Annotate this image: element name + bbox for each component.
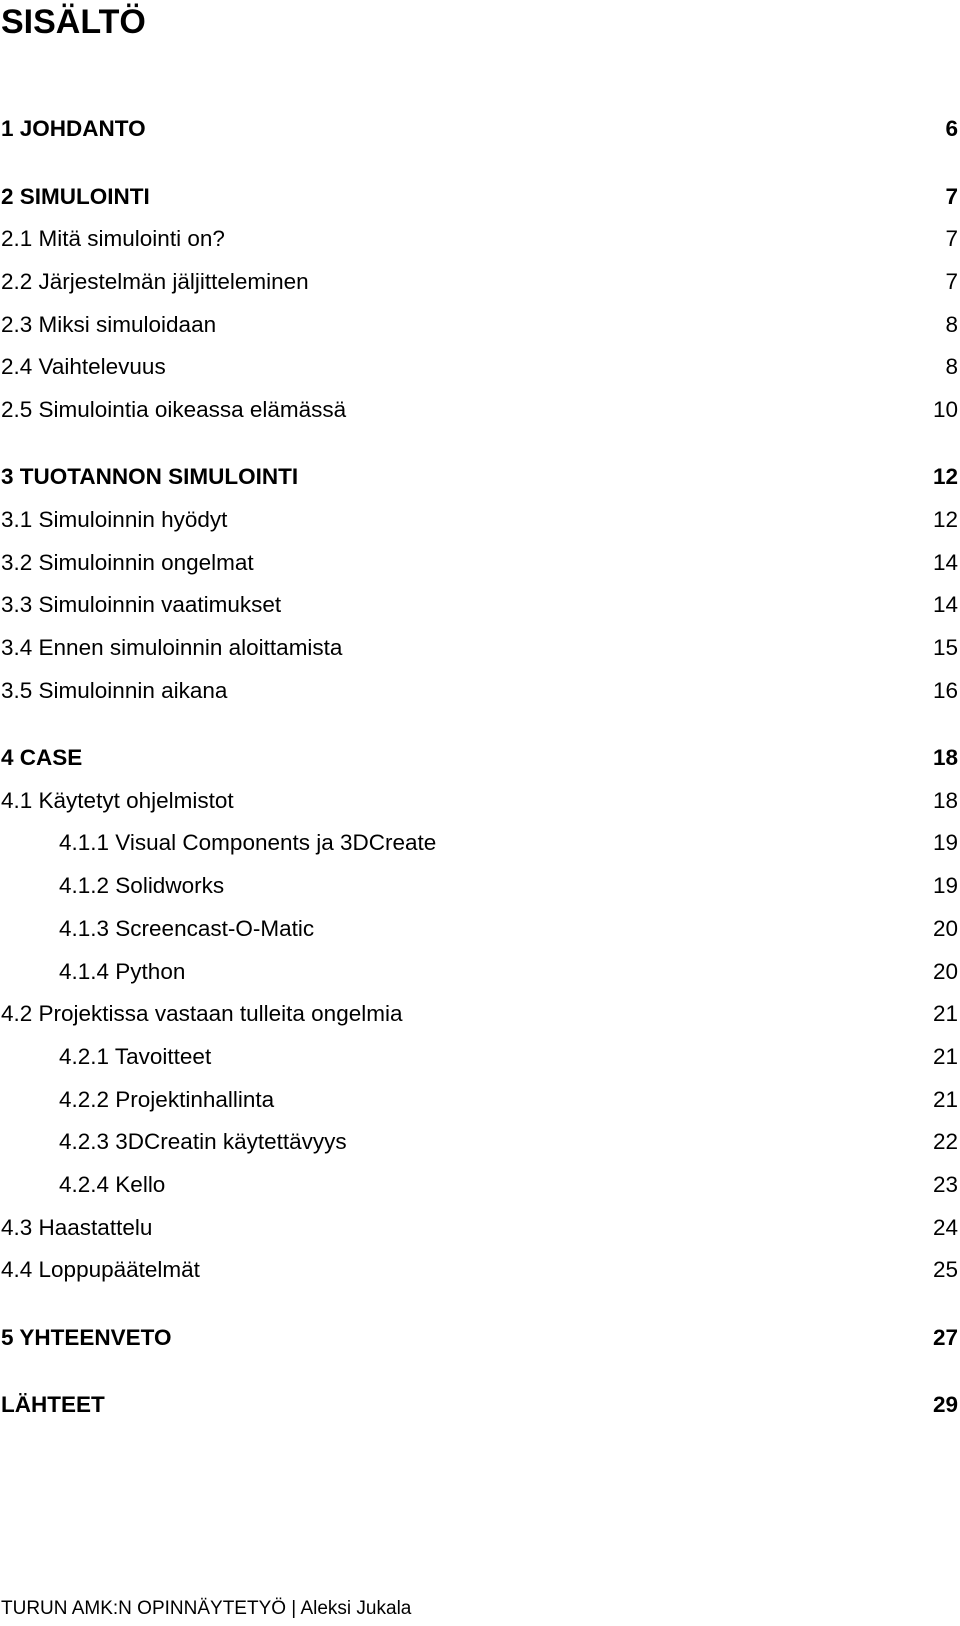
toc-entry-page: 10 [932, 397, 958, 423]
toc-entry[interactable]: 2.4 Vaihtelevuus 8 [1, 346, 958, 389]
toc-entry[interactable]: 2 SIMULOINTI 7 [1, 175, 958, 218]
toc-entry[interactable]: LÄHTEET 29 [1, 1384, 958, 1427]
toc-entry-page: 12 [932, 507, 958, 533]
toc-entry-page: 18 [932, 745, 958, 771]
toc-entry-page: 8 [945, 354, 958, 380]
toc-entry-page: 19 [932, 873, 958, 899]
toc-entry-title: 3 TUOTANNON SIMULOINTI [1, 464, 299, 490]
toc-entry-page: 12 [932, 464, 958, 490]
toc-entry-page: 7 [945, 183, 958, 209]
toc-entry-page: 21 [932, 1001, 958, 1027]
toc-entry[interactable]: 4.1.3 Screencast-O-Matic 20 [1, 907, 958, 950]
toc-entry-title: 4.1 Käytetyt ohjelmistot [1, 787, 234, 813]
toc-entry[interactable]: 4.1.2 Solidworks 19 [1, 865, 958, 908]
toc-entry-page: 15 [932, 635, 958, 661]
toc-entry-title: 2.1 Mitä simulointi on? [1, 226, 225, 252]
toc-entry[interactable]: 4.1.1 Visual Components ja 3DCreate 19 [1, 822, 958, 865]
toc-entry[interactable]: 4.2 Projektissa vastaan tulleita ongelmi… [1, 993, 958, 1036]
toc-entry-page: 18 [932, 787, 958, 813]
toc-entry-page: 21 [932, 1086, 958, 1112]
toc-entry-title: 3.4 Ennen simuloinnin aloittamista [1, 635, 343, 661]
toc-entry-title: 3.3 Simuloinnin vaatimukset [1, 592, 282, 618]
toc-entry-title: 4.2 Projektissa vastaan tulleita ongelmi… [1, 1001, 403, 1027]
toc-entry-title: LÄHTEET [1, 1391, 105, 1417]
toc-entry-page: 25 [932, 1257, 958, 1283]
toc-entry-page: 23 [932, 1171, 958, 1197]
toc-entry-page: 27 [932, 1324, 958, 1350]
toc-entry-page: 29 [932, 1391, 958, 1417]
toc-entry-title: 4.1.1 Visual Components ja 3DCreate [59, 830, 437, 856]
toc-entry-page: 14 [932, 549, 958, 575]
toc-entry-title: 4.1.4 Python [59, 958, 186, 984]
toc-entry[interactable]: 4.3 Haastattelu 24 [1, 1206, 958, 1249]
toc-entry-title: 1 JOHDANTO [1, 116, 146, 142]
toc-entry[interactable]: 3.3 Simuloinnin vaatimukset 14 [1, 584, 958, 627]
toc-entry-title: 4 CASE [1, 745, 83, 771]
toc-entry[interactable]: 2.2 Järjestelmän jäljitteleminen 7 [1, 261, 958, 304]
toc-entry[interactable]: 4.4 Loppupäätelmät 25 [1, 1249, 958, 1292]
toc-entry-title: 2.2 Järjestelmän jäljitteleminen [1, 269, 309, 294]
toc-entry[interactable]: 2.5 Simulointia oikeassa elämässä 10 [1, 389, 958, 432]
toc-entry[interactable]: 3.4 Ennen simuloinnin aloittamista 15 [1, 627, 958, 670]
toc-entry-page: 20 [932, 915, 958, 941]
toc-entry[interactable]: 4.1 Käytetyt ohjelmistot 18 [1, 779, 958, 822]
toc-entry-page: 8 [945, 311, 958, 337]
toc-entry-title: 4.3 Haastattelu [1, 1214, 153, 1240]
toc-entry[interactable]: 3 TUOTANNON SIMULOINTI 12 [1, 456, 958, 499]
toc-entry-page: 6 [945, 116, 958, 142]
toc-entry-title: 4.1.3 Screencast-O-Matic [59, 915, 315, 941]
toc-entry-page: 19 [932, 830, 958, 856]
toc-entry[interactable]: 4.2.2 Projektinhallinta 21 [1, 1078, 958, 1121]
table-of-contents: 1 JOHDANTO 6 2 SIMULOINTI 7 2.1 Mitä simuloi… [1, 108, 958, 1426]
toc-entry-page: 14 [932, 592, 958, 618]
toc-entry[interactable]: 4 CASE 18 [1, 737, 958, 780]
toc-entry-title: 4.4 Loppupäätelmät [1, 1257, 200, 1283]
toc-entry-title: 4.2.4 Kello [59, 1171, 166, 1197]
page-title: SISÄLTÖ [1, 3, 146, 41]
toc-entry[interactable]: 3.1 Simuloinnin hyödyt 12 [1, 499, 958, 542]
toc-entry-page: 21 [932, 1043, 958, 1069]
toc-entry-title: 3.2 Simuloinnin ongelmat [1, 549, 254, 575]
toc-entry[interactable]: 5 YHTEENVETO 27 [1, 1316, 958, 1359]
toc-entry-page: 7 [945, 269, 958, 294]
toc-entry-title: 4.1.2 Solidworks [59, 873, 225, 899]
toc-entry-page: 20 [932, 958, 958, 984]
toc-entry[interactable]: 1 JOHDANTO 6 [1, 108, 958, 151]
toc-entry-title: 4.2.3 3DCreatin käytettävyys [59, 1129, 347, 1155]
toc-entry[interactable]: 4.1.4 Python 20 [1, 950, 958, 993]
toc-entry[interactable]: 2.3 Miksi simuloidaan 8 [1, 303, 958, 346]
toc-entry-page: 16 [932, 677, 958, 703]
toc-entry-title: 4.2.1 Tavoitteet [59, 1043, 212, 1069]
toc-entry[interactable]: 3.2 Simuloinnin ongelmat 14 [1, 541, 958, 584]
toc-entry-title: 3.1 Simuloinnin hyödyt [1, 507, 228, 533]
toc-entry[interactable]: 2.1 Mitä simulointi on? 7 [1, 218, 958, 261]
toc-entry-page: 22 [932, 1129, 958, 1155]
toc-entry-title: 3.5 Simuloinnin aikana [1, 677, 228, 703]
toc-entry[interactable]: 3.5 Simuloinnin aikana 16 [1, 669, 958, 712]
toc-entry-title: 2.4 Vaihtelevuus [1, 354, 166, 380]
toc-entry-title: 5 YHTEENVETO [1, 1324, 172, 1350]
toc-entry-page: 7 [945, 226, 958, 252]
toc-entry[interactable]: 4.2.3 3DCreatin käytettävyys 22 [1, 1121, 958, 1164]
toc-entry-title: 4.2.2 Projektinhallinta [59, 1086, 275, 1112]
toc-entry-page: 24 [932, 1214, 958, 1240]
toc-entry-title: 2.5 Simulointia oikeassa elämässä [1, 397, 347, 423]
toc-entry-title: 2 SIMULOINTI [1, 183, 150, 209]
toc-entry[interactable]: 4.2.1 Tavoitteet 21 [1, 1036, 958, 1079]
toc-entry-title: 2.3 Miksi simuloidaan [1, 311, 217, 337]
page-footer: TURUN AMK:N OPINNÄYTETYÖ | Aleksi Jukala [1, 1598, 412, 1619]
toc-entry[interactable]: 4.2.4 Kello 23 [1, 1164, 958, 1207]
